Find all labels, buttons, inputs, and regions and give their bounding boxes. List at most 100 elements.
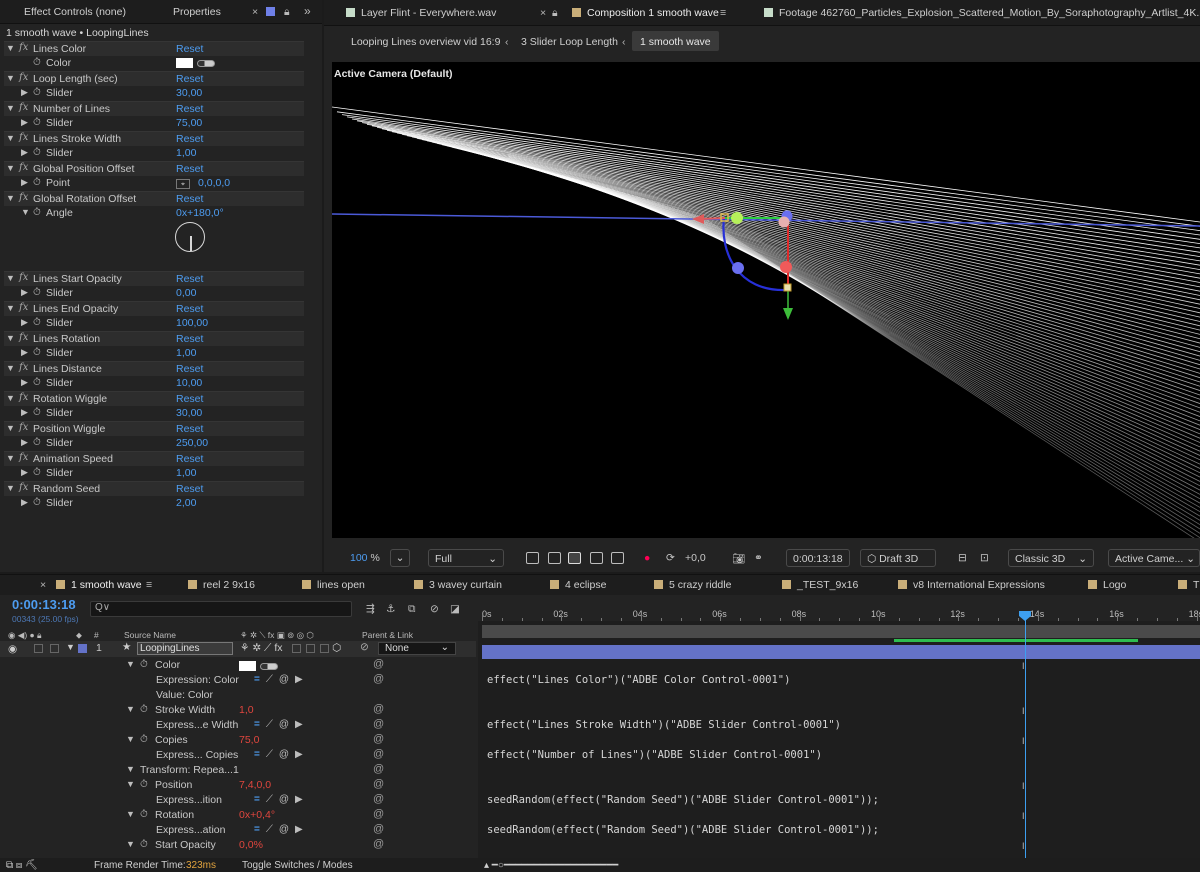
effect-header[interactable]: ▼ fx Loop Length (sec) Reset [4,71,304,86]
stopwatch-icon[interactable]: ⏱ [33,467,41,478]
effect-property[interactable]: ▶ ⏱ Slider 0,00 [4,286,304,301]
effect-property[interactable]: ▶ ⏱ Slider 1,00 [4,146,304,161]
effect-header[interactable]: ▼ fx Global Position Offset Reset [4,161,304,176]
pickwhip-icon[interactable]: @ [373,793,384,805]
tab-timeline[interactable]: 3 wavey curtain [414,579,502,591]
chevron-down-icon[interactable]: ▼ [66,642,75,652]
tab-timeline[interactable]: lines open [302,579,365,591]
expression-row[interactable]: Express...ition = ⟋ @ ▶ @ [0,793,476,808]
chevron-down-icon[interactable]: ▼ [6,133,15,143]
stopwatch-icon[interactable]: ⏱ [33,287,41,298]
fx-icon[interactable]: fx [19,302,28,313]
eyedropper-icon[interactable] [260,662,278,670]
property-value[interactable]: 1,00 [176,347,196,359]
zoom-dropdown[interactable]: ⌄ [390,549,410,567]
hamburger-menu-icon[interactable]: ≡ [146,579,152,591]
stopwatch-icon[interactable]: ⏱ [33,497,41,508]
effect-header[interactable]: ▼ fx Lines Color Reset [4,41,304,56]
stopwatch-icon[interactable]: ⏱ [33,437,41,448]
chevron-down-icon[interactable]: ▼ [126,809,135,819]
layer-row[interactable]: ◉ ▼ 1 ★ LoopingLines ⚘ ✲ ⟋ fx ⬡ ⊘ None ⌄ [0,641,476,657]
fx-icon[interactable]: fx [19,392,28,403]
fx-icon[interactable]: fx [19,162,28,173]
effect-header[interactable]: ▼ fx Lines Stroke Width Reset [4,131,304,146]
pickwhip-icon[interactable]: @ [373,823,384,835]
chevron-down-icon[interactable]: ▼ [6,333,15,343]
camera-snapshot-icon[interactable]: 📷︎ [732,552,745,565]
tab-layer[interactable]: Layer Flint - Everywhere.wav [346,7,496,19]
property-value[interactable]: 0,00 [176,287,196,299]
pickwhip-icon[interactable]: @ [279,794,289,805]
work-area-bar[interactable] [482,625,1200,638]
stopwatch-icon[interactable]: ⏱ [33,177,41,188]
expression-code[interactable]: effect("Lines Color")("ADBE Color Contro… [487,674,790,686]
property-row[interactable]: ▼ Transform: Repea...1 @ [0,763,476,778]
color-swatch[interactable] [239,660,278,672]
expression-row[interactable]: Express...ation = ⟋ @ ▶ @ [0,823,476,838]
exposure-value[interactable]: +0,0 [685,552,706,564]
effect-header[interactable]: ▼ fx Position Wiggle Reset [4,421,304,436]
fx-icon[interactable]: fx [19,482,28,493]
effect-header[interactable]: ▼ fx Random Seed Reset [4,481,304,496]
tab-timeline[interactable]: 5 crazy riddle [654,579,731,591]
hamburger-menu-icon[interactable]: ≡ [720,7,726,19]
expression-menu-icon[interactable]: ▶ [295,674,303,685]
chevron-down-icon[interactable]: ▼ [6,423,15,433]
chevron-down-icon[interactable]: ▼ [126,734,135,744]
chevron-down-icon[interactable]: ▼ [21,207,30,217]
anchor-point[interactable] [783,283,792,292]
effect-property[interactable]: ▶ ⏱ Slider 30,00 [4,86,304,101]
graph-icon[interactable]: ⟋ [266,749,273,760]
point-value[interactable]: ⌖ 0,0,0,0 [176,177,230,189]
tab-timeline[interactable]: T [1178,579,1199,591]
enable-expression-icon[interactable]: = [254,749,260,760]
tab-timeline[interactable]: Logo [1088,579,1126,591]
chevron-right-icon[interactable]: ▶ [21,347,28,358]
stopwatch-icon[interactable]: ⏱ [140,779,148,790]
reset-exposure-icon[interactable]: ⟳ [666,552,675,564]
color-swatch-fill[interactable] [176,58,193,69]
effect-property[interactable]: ▶ ⏱ Slider 100,00 [4,316,304,331]
stopwatch-icon[interactable]: ⏱ [33,117,41,128]
stopwatch-icon[interactable]: ⏱ [33,87,41,98]
property-row[interactable]: ▼ ⏱ Start Opacity 0,0% @ [0,838,476,853]
draft-3d-toggle[interactable]: ⬡ Draft 3D [860,549,936,567]
chevron-right-icon[interactable]: ▶ [21,147,28,158]
stopwatch-icon[interactable]: ⏱ [140,704,148,715]
handle-pink[interactable] [778,216,790,228]
zoom-slider[interactable]: ▴ ━○━━━━━━━━━━━━━━━━━━━ [484,860,618,871]
property-value[interactable]: 0x+180,0° [176,207,224,219]
effect-property[interactable]: ⏱ Color [4,56,304,71]
reset-button[interactable]: Reset [176,163,203,175]
3d-layer-icon[interactable]: ⬡ [332,642,341,654]
column-source-name[interactable]: Source Name [124,630,176,640]
reset-button[interactable]: Reset [176,483,203,495]
property-row[interactable]: ▼ ⏱ Copies 75,0 @ [0,733,476,748]
handle-blue[interactable] [732,262,744,274]
enable-expression-icon[interactable]: = [254,824,260,835]
expression-row[interactable]: Expression: Color = ⟋ @ ▶ @ [0,673,476,688]
zoom-value[interactable]: 100 % [350,552,380,564]
fx-icon[interactable]: fx [19,42,28,53]
property-row[interactable]: ▼ ⏱ Color @ [0,658,476,673]
chevron-down-icon[interactable]: ▼ [126,764,135,774]
breadcrumb-item[interactable]: Looping Lines overview vid 16:9 [351,36,500,48]
tab-timeline[interactable]: reel 2 9x16 [188,579,255,591]
chevron-right-icon[interactable]: ▶ [21,377,28,388]
switch-box[interactable] [320,644,329,653]
property-row[interactable]: ▼ ⏱ Stroke Width 1,0 @ [0,703,476,718]
tab-timeline[interactable]: 4 eclipse [550,579,606,591]
fx-icon[interactable]: fx [19,272,28,283]
pickwhip-icon[interactable]: @ [373,838,384,850]
renderer-dropdown[interactable]: Classic 3D ⌄ [1008,549,1094,567]
current-time-indicator[interactable] [1025,613,1026,859]
reset-button[interactable]: Reset [176,73,203,85]
close-icon[interactable]: × [540,7,546,19]
property-value[interactable]: 0,0% [239,839,263,851]
chevron-right-icon[interactable]: ▶ [21,497,28,508]
reset-button[interactable]: Reset [176,273,203,285]
property-value[interactable]: 100,00 [176,317,208,329]
enable-expression-icon[interactable]: = [254,719,260,730]
pickwhip-icon[interactable]: @ [373,703,384,715]
timeline-timecode[interactable]: 0:00:13:18 [12,597,76,612]
